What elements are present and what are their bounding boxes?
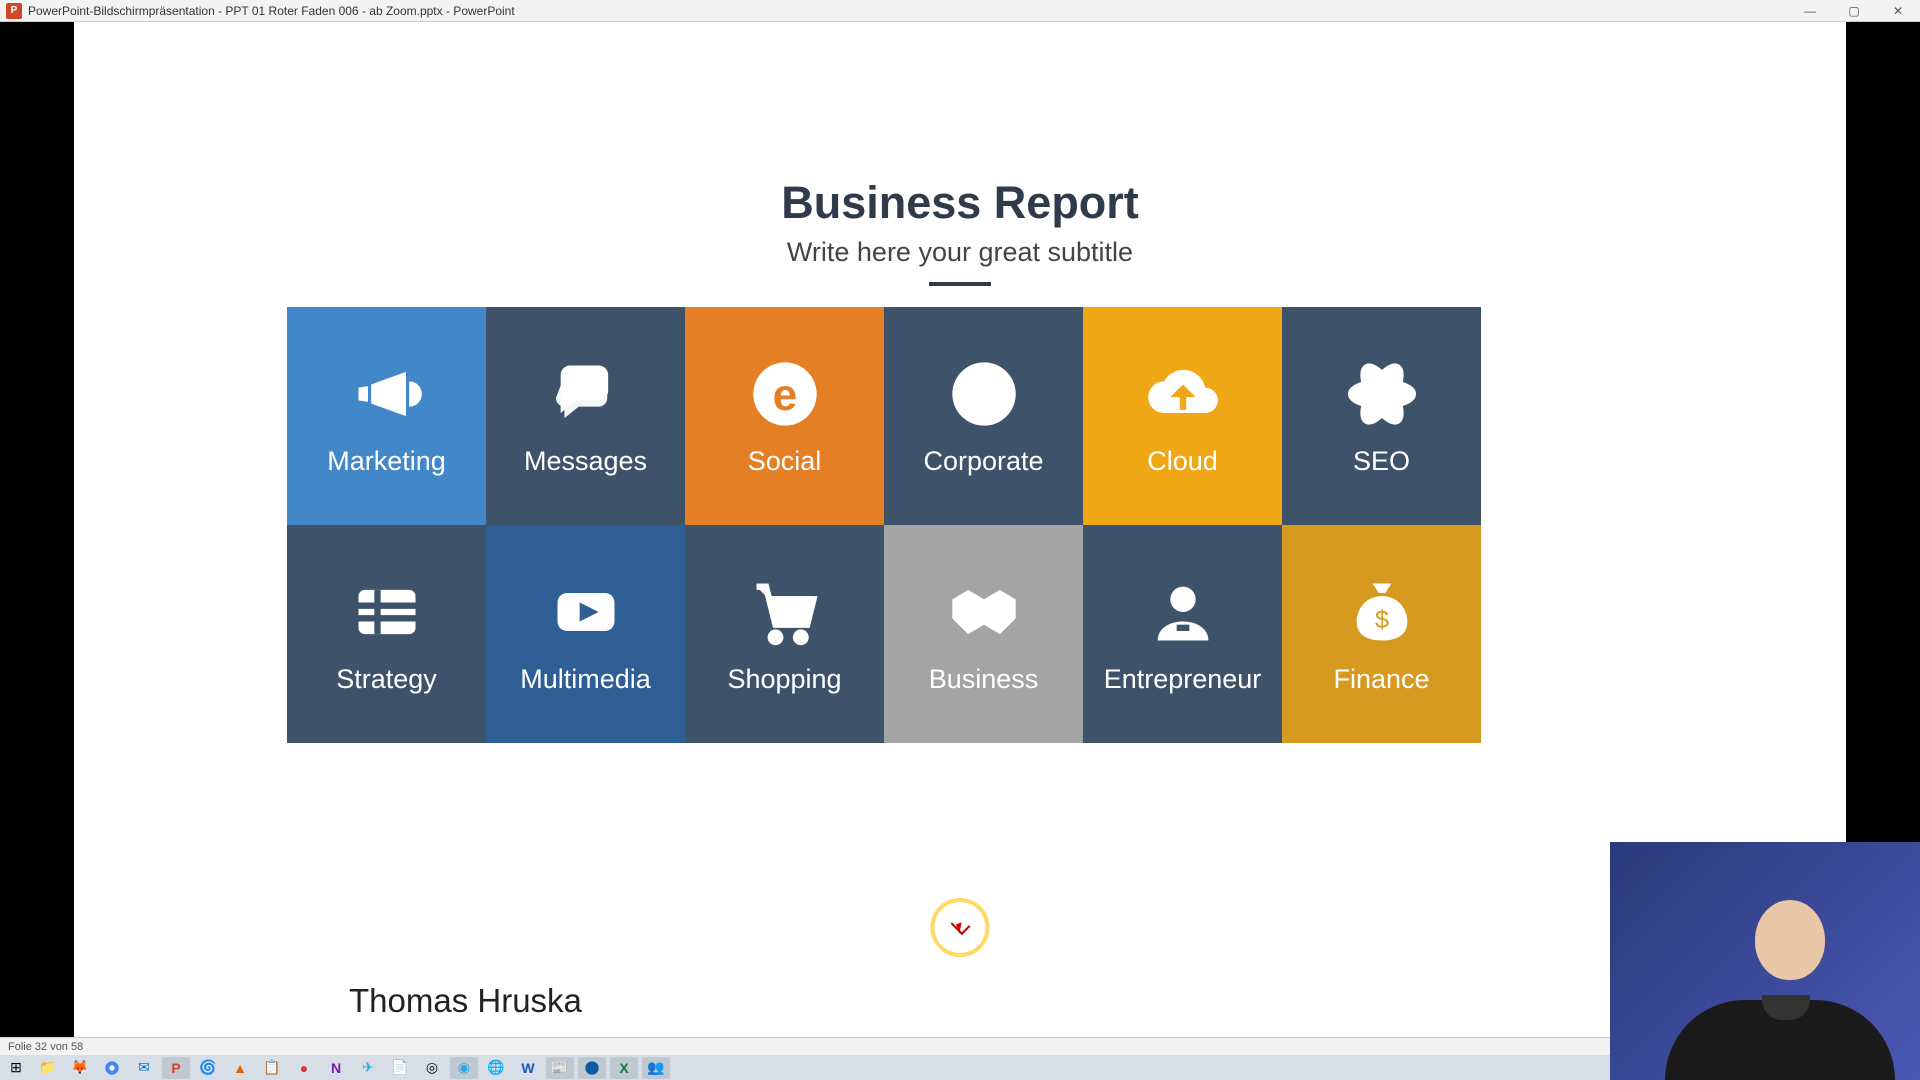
- taskbar-app-6[interactable]: ◉: [450, 1057, 478, 1079]
- taskbar-explorer[interactable]: 📁: [34, 1057, 62, 1079]
- social-e-icon: e: [747, 356, 823, 432]
- minimize-button[interactable]: —: [1788, 0, 1832, 22]
- author-name: Thomas Hruska: [349, 982, 582, 1020]
- tile-grid: Marketing Messages e Social Corporate Cl…: [287, 307, 1481, 743]
- tile-label: Social: [748, 446, 822, 477]
- taskbar-app-3[interactable]: ●: [290, 1057, 318, 1079]
- taskbar-app-7[interactable]: 🌐: [482, 1057, 510, 1079]
- cloud-up-icon: [1145, 356, 1221, 432]
- tile-label: SEO: [1353, 446, 1410, 477]
- cart-icon: [747, 574, 823, 650]
- moneybag-icon: $: [1344, 574, 1420, 650]
- taskbar-chrome[interactable]: [98, 1057, 126, 1079]
- taskbar-app-8[interactable]: 📰: [546, 1057, 574, 1079]
- tile-label: Strategy: [336, 664, 437, 695]
- svg-text:e: e: [772, 370, 797, 419]
- tile-label: Finance: [1333, 664, 1429, 695]
- video-icon: [548, 574, 624, 650]
- tile-social: e Social: [685, 307, 884, 525]
- tile-messages: Messages: [486, 307, 685, 525]
- tile-label: Business: [929, 664, 1039, 695]
- tile-multimedia: Multimedia: [486, 525, 685, 743]
- slide-title: Business Report: [74, 177, 1846, 229]
- tile-label: Multimedia: [520, 664, 651, 695]
- person-icon: [1145, 574, 1221, 650]
- chat-icon: [548, 356, 624, 432]
- tile-seo: SEO: [1282, 307, 1481, 525]
- grid-icon: [349, 574, 425, 650]
- taskbar-edge[interactable]: [578, 1057, 606, 1079]
- slide[interactable]: Business Report Write here your great su…: [74, 22, 1846, 1037]
- taskbar-vlc[interactable]: ▲: [226, 1057, 254, 1079]
- slide-counter: Folie 32 von 58: [8, 1041, 83, 1053]
- tile-cloud: Cloud: [1083, 307, 1282, 525]
- window-title: PowerPoint-Bildschirmpräsentation - PPT …: [28, 4, 515, 18]
- taskbar-word[interactable]: W: [514, 1057, 542, 1079]
- taskbar-telegram[interactable]: ✈: [354, 1057, 382, 1079]
- app-icon: P: [6, 3, 22, 19]
- taskbar-app-1[interactable]: 🌀: [194, 1057, 222, 1079]
- tile-strategy: Strategy: [287, 525, 486, 743]
- tile-marketing: Marketing: [287, 307, 486, 525]
- tile-label: Marketing: [327, 446, 446, 477]
- taskbar-outlook[interactable]: ✉: [130, 1057, 158, 1079]
- tile-label: Corporate: [923, 446, 1043, 477]
- taskbar-excel[interactable]: X: [610, 1057, 638, 1079]
- tile-shopping: Shopping: [685, 525, 884, 743]
- tile-business: Business: [884, 525, 1083, 743]
- slide-subtitle: Write here your great subtitle: [74, 237, 1846, 268]
- webcam-overlay: [1610, 842, 1920, 1080]
- taskbar-app-2[interactable]: 📋: [258, 1057, 286, 1079]
- taskbar-app-4[interactable]: 📄: [386, 1057, 414, 1079]
- taskbar-powerpoint[interactable]: P: [162, 1057, 190, 1079]
- tile-label: Messages: [524, 446, 647, 477]
- handshake-icon: [946, 574, 1022, 650]
- tile-corporate: Corporate: [884, 307, 1083, 525]
- taskbar-teams[interactable]: 👥: [642, 1057, 670, 1079]
- tile-label: Cloud: [1147, 446, 1218, 477]
- megaphone-icon: [349, 356, 425, 432]
- title-underline: [929, 282, 991, 286]
- taskbar-onenote[interactable]: N: [322, 1057, 350, 1079]
- tile-label: Shopping: [727, 664, 841, 695]
- taskbar-firefox[interactable]: 🦊: [66, 1057, 94, 1079]
- atom-icon: [1344, 356, 1420, 432]
- svg-text:$: $: [1374, 605, 1388, 633]
- close-button[interactable]: ✕: [1876, 0, 1920, 22]
- pacman-icon: [946, 356, 1022, 432]
- taskbar-app-5[interactable]: ◎: [418, 1057, 446, 1079]
- window-titlebar: P PowerPoint-Bildschirmpräsentation - PP…: [0, 0, 1920, 22]
- maximize-button[interactable]: ▢: [1832, 0, 1876, 22]
- cursor-highlight: [931, 898, 990, 957]
- tile-label: Entrepreneur: [1104, 664, 1262, 695]
- start-button[interactable]: ⊞: [2, 1057, 30, 1079]
- tile-finance: $ Finance: [1282, 525, 1481, 743]
- tile-entrepreneur: Entrepreneur: [1083, 525, 1282, 743]
